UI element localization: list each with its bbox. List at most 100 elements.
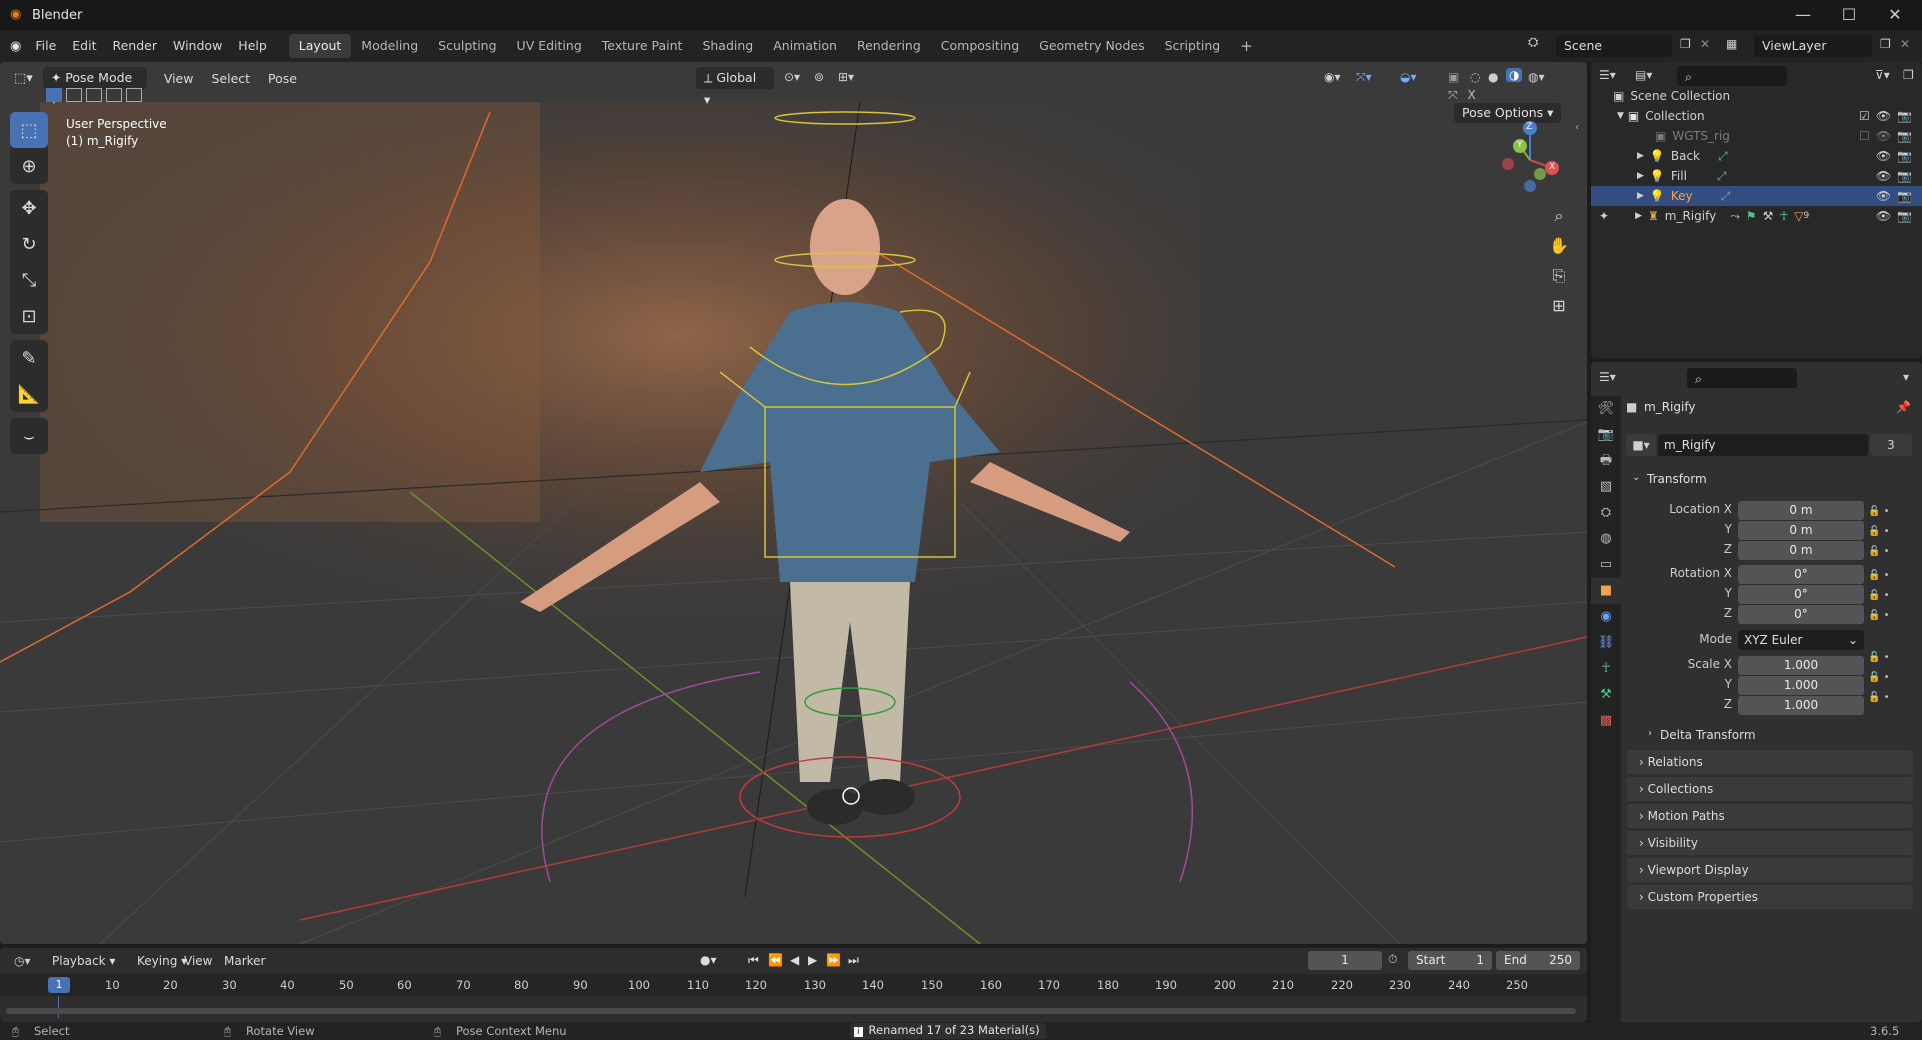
- timeline-menu-view[interactable]: View: [184, 954, 212, 968]
- outliner-row-scene-collection[interactable]: ▣ Scene Collection: [1591, 86, 1922, 106]
- x-mirror-toggle[interactable]: X: [1467, 88, 1475, 102]
- expand-arrow-icon[interactable]: ▼: [1617, 111, 1624, 121]
- viewport-menu-pose[interactable]: Pose: [259, 71, 306, 86]
- editor-type-icon[interactable]: ⬚▾: [14, 71, 33, 86]
- delta-transform-arrow-icon[interactable]: ›: [1648, 728, 1652, 739]
- view-layer-tab-icon[interactable]: ▧: [1591, 474, 1621, 500]
- playhead[interactable]: 1: [48, 977, 70, 993]
- outliner-row-key[interactable]: ▶ 💡 Key ⤢ 👁 📷: [1591, 186, 1922, 206]
- tab-modeling[interactable]: Modeling: [351, 34, 428, 58]
- transform-panel-title[interactable]: Transform: [1647, 472, 1707, 486]
- rotate-tool-icon[interactable]: ↻: [10, 226, 48, 262]
- camera-icon[interactable]: 📷: [1897, 209, 1912, 223]
- frame-ruler[interactable]: 1 10 20 30 40 50 60 70 80 90 100 110 120…: [0, 974, 1587, 996]
- options-chevron-icon[interactable]: ▾: [1903, 370, 1909, 384]
- location-y-field[interactable]: 0 m: [1738, 521, 1864, 540]
- view-layer-icon[interactable]: ▦: [1726, 37, 1737, 51]
- filter-icon[interactable]: ⊽▾: [1875, 68, 1890, 82]
- lock-rotation-y-icon[interactable]: 🔓 •: [1868, 586, 1890, 606]
- properties-search-input[interactable]: ⌕: [1687, 368, 1797, 388]
- menu-render[interactable]: Render: [104, 30, 165, 62]
- display-mode-icon[interactable]: ▤▾: [1635, 68, 1652, 82]
- panel-collections[interactable]: › Collections: [1627, 777, 1913, 801]
- lock-scale-x-icon[interactable]: 🔓 •: [1868, 648, 1890, 668]
- close-icon[interactable]: ✕: [1872, 0, 1918, 30]
- cursor-tool-icon[interactable]: ⊕: [10, 148, 48, 184]
- timeline-menu-marker[interactable]: Marker: [224, 954, 265, 968]
- solid-shading-icon[interactable]: ●: [1488, 70, 1498, 84]
- jump-keyframe-forward-icon[interactable]: ⏩: [826, 953, 841, 967]
- menu-edit[interactable]: Edit: [64, 30, 104, 62]
- lock-scale-z-icon[interactable]: 🔓 •: [1868, 688, 1890, 708]
- record-icon[interactable]: ●▾: [700, 953, 717, 967]
- user-count[interactable]: 3: [1870, 434, 1912, 456]
- panel-relations[interactable]: › Relations: [1627, 750, 1913, 774]
- mirror-icon[interactable]: ⤧: [1448, 88, 1458, 102]
- measure-tool-icon[interactable]: 📐: [10, 376, 48, 412]
- delete-scene-icon[interactable]: ✕: [1700, 37, 1710, 51]
- preview-range-icon[interactable]: ⏱: [1388, 952, 1397, 967]
- ortho-toggle-icon[interactable]: ⊞: [1545, 292, 1573, 320]
- pivot-point-icon[interactable]: ⊙▾: [784, 70, 800, 84]
- camera-view-icon[interactable]: ⎘: [1545, 262, 1573, 290]
- pose-breakdowner-tool-icon[interactable]: ⌣: [10, 418, 48, 454]
- scale-z-field[interactable]: 1.000: [1738, 696, 1864, 715]
- outliner-row-m-rigify[interactable]: ✦ ▶ ♜ m_Rigify ⤳ ⚑ ⚒ ☥ ▽ 9 👁 📷: [1591, 206, 1922, 226]
- outliner-row-fill[interactable]: ▶ 💡 Fill ⤢ 👁 📷: [1591, 166, 1922, 186]
- expand-arrow-icon[interactable]: ▶: [1637, 171, 1644, 181]
- overlay-toggle-icon[interactable]: ◒▾: [1400, 70, 1417, 84]
- scene-selector-icon[interactable]: ⛭: [1528, 35, 1538, 50]
- expand-arrow-icon[interactable]: ▶: [1637, 191, 1644, 201]
- panel-visibility[interactable]: › Visibility: [1627, 831, 1913, 855]
- tool-tab-icon[interactable]: 🛠: [1591, 396, 1621, 422]
- delta-transform-title[interactable]: Delta Transform: [1660, 728, 1756, 742]
- transform-expand-icon[interactable]: ⌄: [1632, 472, 1640, 483]
- new-collection-icon[interactable]: ❐: [1903, 68, 1914, 82]
- select-box-tool-icon[interactable]: ⬚: [10, 112, 48, 148]
- new-view-layer-icon[interactable]: ❐: [1880, 37, 1891, 51]
- start-frame-field[interactable]: Start 1: [1408, 951, 1492, 970]
- annotate-tool-icon[interactable]: ✎: [10, 340, 48, 376]
- material-shading-icon[interactable]: ◑: [1506, 68, 1523, 82]
- timeline-menu-keying[interactable]: Keying ▾: [137, 954, 187, 968]
- expand-arrow-icon[interactable]: ▶: [1637, 151, 1644, 161]
- current-frame-field[interactable]: 1: [1308, 951, 1382, 970]
- pan-hand-icon[interactable]: ✋: [1545, 232, 1573, 260]
- 3d-viewport[interactable]: ⬚▾ ✦ Pose Mode ▾ View Select Pose ⟂ Glob…: [0, 62, 1587, 944]
- panel-motion-paths[interactable]: › Motion Paths: [1627, 804, 1913, 828]
- viewport-menu-select[interactable]: Select: [202, 71, 259, 86]
- outliner-row-wgts-rig[interactable]: ▣ WGTS_rig ☐ 👁 📷: [1591, 126, 1922, 146]
- eye-icon[interactable]: 👁: [1876, 109, 1891, 123]
- maximize-icon[interactable]: ☐: [1826, 0, 1872, 30]
- lock-location-z-icon[interactable]: 🔓 •: [1868, 542, 1890, 562]
- delete-view-layer-icon[interactable]: ✕: [1900, 37, 1910, 51]
- tab-uv-editing[interactable]: UV Editing: [507, 34, 592, 58]
- play-reverse-icon[interactable]: ◀: [790, 953, 799, 967]
- camera-icon[interactable]: 📷: [1897, 149, 1912, 163]
- output-tab-icon[interactable]: 🖶: [1591, 448, 1621, 474]
- rotation-x-field[interactable]: 0°: [1738, 565, 1864, 584]
- sidebar-toggle-icon[interactable]: ‹: [1575, 122, 1579, 133]
- scale-x-field[interactable]: 1.000: [1738, 656, 1864, 675]
- scale-y-field[interactable]: 1.000: [1738, 676, 1864, 695]
- eye-icon[interactable]: 👁: [1876, 149, 1891, 163]
- view-layer-field[interactable]: ViewLayer: [1754, 35, 1872, 57]
- rotation-mode-dropdown[interactable]: XYZ Euler ⌄: [1738, 630, 1864, 650]
- menu-file[interactable]: File: [27, 30, 64, 62]
- rotation-z-field[interactable]: 0°: [1738, 605, 1864, 624]
- snap-target-icon[interactable]: ⊞▾: [838, 70, 854, 84]
- render-tab-icon[interactable]: 📷: [1591, 422, 1621, 448]
- world-tab-icon[interactable]: ◍: [1591, 526, 1621, 552]
- menu-window[interactable]: Window: [165, 30, 230, 62]
- tab-geometry-nodes[interactable]: Geometry Nodes: [1029, 34, 1154, 58]
- expand-arrow-icon[interactable]: ▶: [1635, 211, 1642, 221]
- properties-editor-icon[interactable]: ☰▾: [1599, 370, 1616, 384]
- tab-scripting[interactable]: Scripting: [1155, 34, 1231, 58]
- eye-icon[interactable]: 👁: [1876, 169, 1891, 183]
- panel-custom-properties[interactable]: › Custom Properties: [1627, 885, 1913, 909]
- select-extend-icon[interactable]: [66, 88, 82, 102]
- scene-name-field[interactable]: Scene: [1556, 35, 1672, 57]
- select-subtract-icon[interactable]: [86, 88, 102, 102]
- xray-icon[interactable]: ▣: [1448, 70, 1459, 84]
- camera-icon[interactable]: 📷: [1897, 109, 1912, 123]
